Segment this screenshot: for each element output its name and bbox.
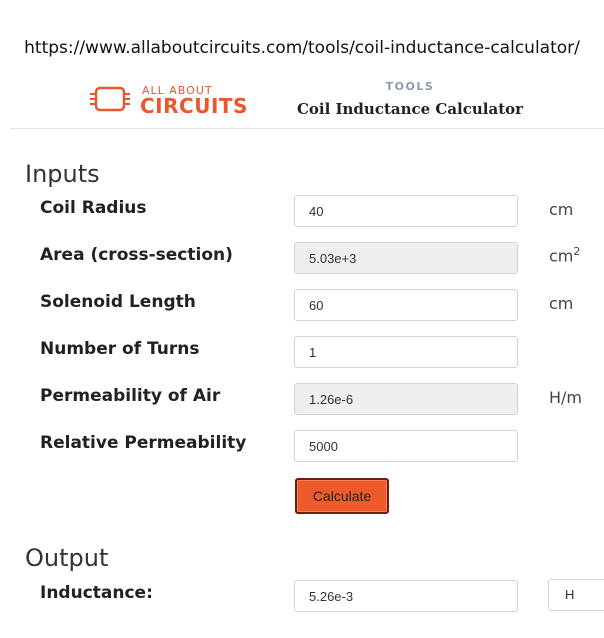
permeability-of-air-label: Permeability of Air xyxy=(40,386,221,406)
number-of-turns-input[interactable] xyxy=(294,336,518,368)
tools-section-label[interactable]: TOOLS xyxy=(300,80,520,93)
solenoid-length-label: Solenoid Length xyxy=(40,292,196,312)
coil-radius-label: Coil Radius xyxy=(40,198,147,218)
chip-icon xyxy=(90,86,130,112)
output-heading: Output xyxy=(25,544,109,572)
solenoid-length-input[interactable] xyxy=(294,289,518,321)
area-unit-exponent: 2 xyxy=(573,245,581,258)
relative-permeability-label: Relative Permeability xyxy=(40,433,247,453)
coil-radius-input[interactable] xyxy=(294,195,518,227)
permeability-unit: H/m xyxy=(549,388,583,407)
calculate-button[interactable]: Calculate xyxy=(295,478,389,514)
page-url: https://www.allaboutcircuits.com/tools/c… xyxy=(24,38,580,58)
logo-big-text: CIRCUITS xyxy=(140,94,248,118)
area-unit-base: cm xyxy=(549,246,574,266)
relative-permeability-input[interactable] xyxy=(294,430,518,462)
inductance-output-field xyxy=(294,580,518,612)
coil-radius-unit: cm xyxy=(549,200,574,219)
inputs-heading: Inputs xyxy=(25,160,100,188)
permeability-of-air-field xyxy=(294,383,518,415)
inductance-unit-select[interactable]: H xyxy=(548,579,604,611)
area-output-field xyxy=(294,242,518,274)
header-divider xyxy=(10,128,604,129)
solenoid-length-unit: cm xyxy=(549,294,574,313)
area-unit: cm2 xyxy=(549,245,580,265)
page-title: Coil Inductance Calculator xyxy=(296,100,524,118)
number-of-turns-label: Number of Turns xyxy=(40,339,200,359)
all-about-circuits-logo[interactable]: ALL ABOUT CIRCUITS xyxy=(90,82,250,118)
inductance-label: Inductance: xyxy=(40,583,153,603)
area-label: Area (cross-section) xyxy=(40,245,233,265)
